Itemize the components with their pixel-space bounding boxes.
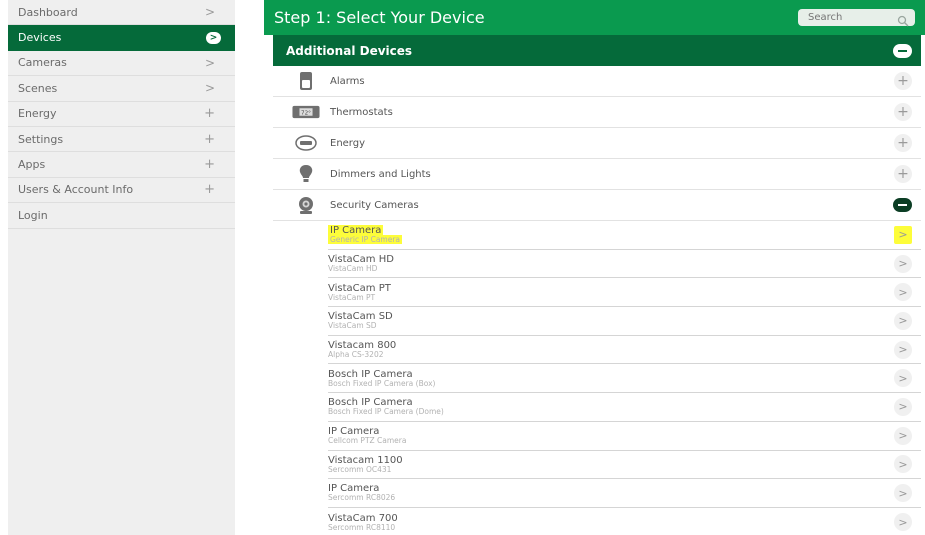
device-name: Bosch IP Camera [328,368,413,380]
list-item[interactable]: IP Camera Generic IP Camera > [328,221,921,250]
expand-plus-icon[interactable]: + [894,103,912,121]
search-box [798,9,915,26]
chevron-right-icon: > [204,55,215,70]
sidebar-item-label: Energy [18,107,57,121]
chevron-right-icon[interactable]: > [894,484,912,503]
device-name: VistaCam 700 [328,512,398,524]
list-item[interactable]: VistaCam SD VistaCam SD > [328,307,921,336]
collapse-minus-icon[interactable] [893,198,912,212]
search-input[interactable] [808,12,888,23]
svg-text:72°: 72° [301,110,311,116]
security-camera-icon [292,194,320,216]
chevron-right-icon[interactable]: > [894,283,912,302]
device-model: VistaCam SD [328,321,377,331]
category-label: Thermostats [330,106,393,118]
category-label: Energy [330,137,366,149]
category-security-cameras[interactable]: Security Cameras [273,190,921,221]
chevron-right-icon[interactable]: > [894,311,912,330]
expand-plus-icon[interactable]: + [894,72,912,90]
plus-icon: + [204,157,215,173]
header-bar: Step 1: Select Your Device [264,0,925,35]
sidebar-item-energy[interactable]: Energy + [8,102,235,127]
chevron-right-icon[interactable]: > [894,426,912,445]
plus-icon: + [204,131,215,147]
sidebar-item-settings[interactable]: Settings + [8,127,235,153]
thermostat-icon: 72° [292,101,320,123]
sidebar-item-login[interactable]: Login [8,203,235,229]
sidebar-item-label: Users & Account Info [18,183,134,197]
sidebar-item-label: Scenes [18,81,58,95]
list-item[interactable]: VistaCam HD VistaCam HD > [328,250,921,279]
device-model: Bosch Fixed IP Camera (Dome) [328,407,444,417]
category-label: Dimmers and Lights [330,168,431,180]
sidebar-item-label: Cameras [18,56,67,70]
energy-meter-icon [292,132,320,154]
device-model: Sercomm RC8110 [328,522,396,532]
category-label: Alarms [330,75,365,87]
device-model: Cellcom PTZ Camera [328,436,407,446]
list-item[interactable]: VistaCam PT VistaCam PT > [328,278,921,308]
device-model: Alpha CS-3202 [328,349,384,359]
list-item[interactable]: VistaCam 700 Sercomm RC8110 > [328,508,921,535]
chevron-right-icon[interactable]: > [894,254,912,273]
list-item[interactable]: Bosch IP Camera Bosch Fixed IP Camera (D… [328,393,921,422]
chevron-right-icon[interactable]: > [894,369,912,388]
panel-title: Additional Devices [286,43,413,58]
sidebar-item-dashboard[interactable]: Dashboard > [8,0,235,26]
chevron-right-icon[interactable]: > [894,340,912,359]
device-model: Sercomm RC8026 [328,493,396,503]
category-thermostats[interactable]: 72° Thermostats + [273,97,921,128]
device-name: VistaCam PT [328,282,391,294]
sidebar-item-devices[interactable]: Devices > [8,25,235,51]
chevron-right-icon[interactable]: > [894,455,912,474]
sidebar-item-label: Apps [18,158,46,172]
main-content: Step 1: Select Your Device Additional De… [264,0,925,535]
sidebar-item-cameras[interactable]: Cameras > [8,51,235,77]
category-label: Security Cameras [330,199,419,211]
list-item[interactable]: Bosch IP Camera Bosch Fixed IP Camera (B… [328,364,921,394]
list-item[interactable]: IP Camera Sercomm RC8026 > [328,479,921,508]
device-model: VistaCam PT [328,292,376,302]
chevron-right-icon: > [204,5,215,20]
search-icon[interactable] [897,12,909,26]
sidebar-item-apps[interactable]: Apps + [8,152,235,178]
device-model: Bosch Fixed IP Camera (Box) [328,378,436,388]
device-model: Generic IP Camera [328,235,403,245]
device-model: Sercomm OC431 [328,464,392,474]
expand-plus-icon[interactable]: + [894,134,912,152]
sidebar-item-label: Dashboard [18,5,78,19]
chevron-right-icon: > [204,81,215,96]
page-title: Step 1: Select Your Device [274,8,485,27]
category-dimmers-lights[interactable]: Dimmers and Lights + [273,159,921,190]
panel-header[interactable]: Additional Devices [273,35,921,66]
plus-icon: + [204,106,215,122]
plus-icon: + [204,182,215,198]
chevron-right-icon[interactable]: > [894,225,912,244]
list-item[interactable]: IP Camera Cellcom PTZ Camera > [328,422,921,451]
sidebar-item-label: Login [18,208,48,222]
chevron-right-icon[interactable]: > [894,513,912,532]
list-item[interactable]: Vistacam 800 Alpha CS-3202 > [328,336,921,365]
category-energy[interactable]: Energy + [273,128,921,159]
device-model: VistaCam HD [328,263,378,273]
collapse-icon[interactable] [893,43,912,58]
light-bulb-icon [292,163,320,185]
category-alarms[interactable]: Alarms + [273,66,921,97]
sidebar: Dashboard > Devices > Cameras > Scenes >… [8,0,235,535]
list-item[interactable]: Vistacam 1100 Sercomm OC431 > [328,451,921,480]
expand-plus-icon[interactable]: + [894,165,912,183]
sidebar-item-label: Devices [18,31,62,45]
chevron-right-icon[interactable]: > [894,397,912,416]
additional-devices-panel: Additional Devices Alarms + 72° Thermost… [273,35,921,535]
sidebar-item-users-account[interactable]: Users & Account Info + [8,178,235,204]
sidebar-item-label: Settings [18,132,64,146]
alarm-panel-icon [292,70,320,92]
sidebar-item-scenes[interactable]: Scenes > [8,76,235,102]
chevron-right-icon: > [206,31,221,44]
